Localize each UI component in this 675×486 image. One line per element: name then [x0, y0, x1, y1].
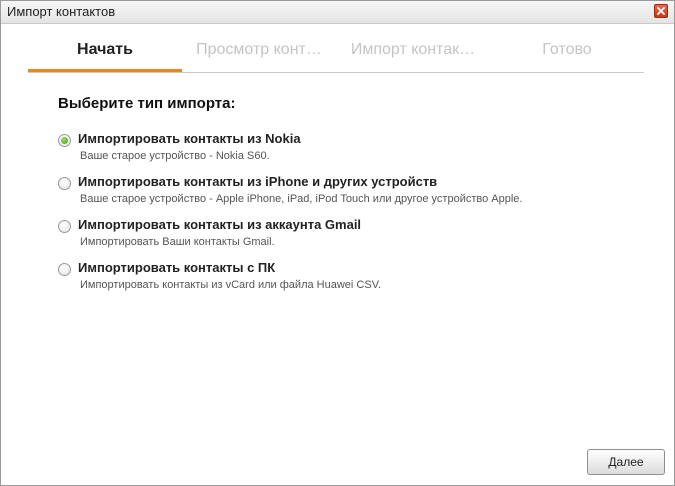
option-title[interactable]: Импортировать контакты из iPhone и други…	[78, 174, 437, 189]
import-type-heading: Выберите тип импорта:	[58, 95, 236, 112]
title-bar: Импорт контактов	[1, 1, 674, 24]
step-done: Готово	[542, 41, 592, 58]
option-description: Ваше старое устройство - Nokia S60.	[80, 150, 270, 162]
window-title: Импорт контактов	[7, 4, 116, 19]
next-button[interactable]: Далее	[587, 449, 665, 475]
option-title[interactable]: Импортировать контакты из Nokia	[78, 131, 301, 146]
radio-pc[interactable]	[58, 263, 71, 276]
radio-iphone[interactable]	[58, 177, 71, 190]
option-nokia[interactable]: Импортировать контакты из Nokia Ваше ста…	[58, 131, 618, 167]
option-title[interactable]: Импортировать контакты с ПК	[78, 260, 275, 275]
wizard-steps: Начать Просмотр конт… Импорт контак… Гот…	[28, 31, 644, 73]
import-contacts-dialog: Импорт контактов Начать Просмотр конт… И…	[0, 0, 675, 486]
radio-gmail[interactable]	[58, 220, 71, 233]
option-description: Ваше старое устройство - Apple iPhone, i…	[80, 193, 523, 205]
option-title[interactable]: Импортировать контакты из аккаунта Gmail	[78, 217, 361, 232]
option-iphone[interactable]: Импортировать контакты из iPhone и други…	[58, 174, 618, 210]
step-import-contacts: Импорт контак…	[350, 41, 476, 58]
close-button[interactable]	[654, 4, 668, 18]
option-description: Импортировать контакты из vCard или файл…	[80, 279, 382, 291]
radio-nokia[interactable]	[58, 134, 71, 147]
option-pc[interactable]: Импортировать контакты с ПК Импортироват…	[58, 260, 618, 296]
close-x-icon	[657, 7, 665, 15]
step-preview-contacts: Просмотр конт…	[196, 41, 322, 58]
option-gmail[interactable]: Импортировать контакты из аккаунта Gmail…	[58, 217, 618, 253]
step-start: Начать	[28, 31, 182, 72]
option-description: Импортировать Ваши контакты Gmail.	[80, 236, 275, 248]
